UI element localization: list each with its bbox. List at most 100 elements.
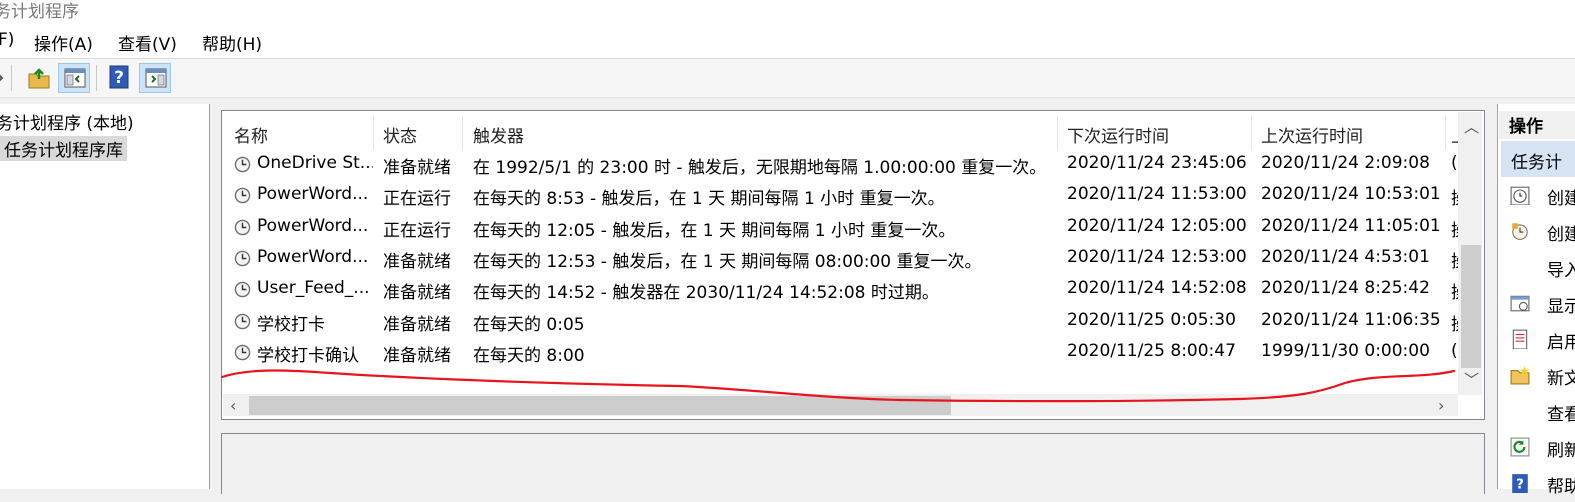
task-next-run: 2020/11/24 14:52:08 bbox=[1067, 278, 1247, 298]
task-trigger: 在每天的 8:53 - 触发后，在 1 天 期间每隔 1 小时 重复一次。 bbox=[473, 189, 945, 209]
action-pane-icon bbox=[145, 68, 167, 88]
refresh-icon bbox=[1510, 437, 1530, 457]
scroll-down-icon[interactable]: ﹀ bbox=[1464, 369, 1479, 390]
table-row[interactable]: 学校打卡确认 准备就绪 在每天的 8:00 2020/11/25 8:00:47… bbox=[226, 338, 1458, 369]
action-item-label: 导入 bbox=[1547, 261, 1575, 281]
actions-section-header[interactable]: 任务计 bbox=[1501, 141, 1575, 177]
enable-history-icon bbox=[1512, 329, 1528, 349]
table-row[interactable]: 学校打卡 准备就绪 在每天的 0:05 2020/11/25 0:05:30 2… bbox=[226, 307, 1458, 338]
column-header-last-run[interactable]: 上次运行时间 bbox=[1261, 122, 1363, 147]
forward-button[interactable] bbox=[0, 63, 8, 93]
action-item[interactable]: 显示 bbox=[1501, 292, 1575, 322]
action-item[interactable]: 导入 bbox=[1501, 256, 1575, 286]
help-question-icon: ? bbox=[109, 65, 129, 89]
action-item[interactable]: 刷新 bbox=[1501, 436, 1575, 466]
help-button[interactable]: ? bbox=[103, 63, 135, 93]
window-title: 务计划程序 bbox=[0, 2, 79, 22]
task-status: 准备就绪 bbox=[383, 158, 451, 178]
horizontal-scroll-thumb[interactable] bbox=[249, 396, 951, 415]
toolbar: ? bbox=[0, 59, 1575, 98]
column-divider[interactable] bbox=[1251, 116, 1252, 150]
table-row[interactable]: PowerWord... 准备就绪 在每天的 12:53 - 触发后，在 1 天… bbox=[226, 244, 1458, 275]
task-trigger: 在每天的 12:05 - 触发后，在 1 天 期间每隔 1 小时 重复一次。 bbox=[473, 221, 956, 241]
console-tree-icon bbox=[64, 68, 86, 88]
scroll-right-icon[interactable]: › bbox=[1438, 396, 1444, 415]
tree-item-task-library[interactable]: 任务计划程序库 bbox=[0, 136, 127, 161]
folder-up-icon bbox=[28, 68, 50, 89]
console-tree-pane: 务计划程序 (本地) 任务计划程序库 bbox=[0, 104, 210, 489]
actions-header: 操作 bbox=[1499, 111, 1575, 139]
task-clock-icon bbox=[234, 281, 251, 298]
scroll-left-icon[interactable]: ‹ bbox=[230, 396, 236, 415]
action-item-label: 新文 bbox=[1547, 369, 1575, 389]
task-clock-icon bbox=[234, 344, 251, 361]
menu-view[interactable]: 查看(V) bbox=[118, 30, 177, 55]
menu-help[interactable]: 帮助(H) bbox=[202, 30, 262, 55]
tree-item-label: 任务计划程序库 bbox=[4, 141, 123, 161]
action-item[interactable]: 创建 bbox=[1501, 220, 1575, 250]
create-task-icon bbox=[1512, 223, 1528, 240]
task-name: User_Feed_... bbox=[257, 278, 370, 298]
title-bar: 务计划程序 bbox=[0, 0, 1575, 26]
action-item-label: 创建 bbox=[1547, 225, 1575, 245]
action-item[interactable]: 新文 bbox=[1501, 364, 1575, 394]
task-last-run: 2020/11/24 4:53:01 bbox=[1261, 247, 1430, 267]
svg-text:?: ? bbox=[114, 68, 124, 88]
task-last-run: 2020/11/24 11:05:01 bbox=[1261, 216, 1441, 236]
column-divider[interactable] bbox=[1445, 116, 1446, 150]
column-divider[interactable] bbox=[462, 116, 463, 150]
column-header-more[interactable]: 上 bbox=[1451, 122, 1458, 147]
column-header-trigger[interactable]: 触发器 bbox=[473, 122, 524, 147]
menu-file[interactable]: F) bbox=[0, 30, 14, 50]
column-header-next-run[interactable]: 下次运行时间 bbox=[1067, 122, 1169, 147]
show-running-icon bbox=[1510, 295, 1530, 312]
column-divider[interactable] bbox=[373, 116, 374, 150]
task-last-run: 2020/11/24 2:09:08 bbox=[1261, 153, 1430, 173]
action-item-label: 创建 bbox=[1547, 189, 1575, 209]
action-item-label: 启用 bbox=[1547, 333, 1575, 353]
show-hide-console-tree-button[interactable] bbox=[58, 63, 90, 93]
action-item[interactable]: ? 帮助 bbox=[1501, 472, 1575, 502]
task-trigger: 在 1992/5/1 的 23:00 时 - 触发后，无限期地每隔 1.00:0… bbox=[473, 158, 1047, 178]
task-clock-icon bbox=[234, 187, 251, 204]
action-item-label: 显示 bbox=[1547, 297, 1575, 317]
column-divider[interactable] bbox=[1057, 116, 1058, 150]
scroll-up-icon[interactable]: ︿ bbox=[1464, 116, 1479, 137]
task-clock-icon bbox=[234, 156, 251, 173]
task-name: PowerWord... bbox=[257, 184, 369, 204]
task-name: PowerWord... bbox=[257, 247, 369, 267]
tree-root-task-scheduler[interactable]: 务计划程序 (本地) bbox=[0, 109, 134, 134]
help-icon: ? bbox=[1512, 474, 1528, 493]
task-status: 准备就绪 bbox=[383, 252, 451, 272]
vertical-scroll-thumb[interactable] bbox=[1461, 245, 1481, 368]
action-item[interactable]: 创建 bbox=[1501, 184, 1575, 214]
task-trigger: 在每天的 0:05 bbox=[473, 315, 585, 335]
task-status: 正在运行 bbox=[383, 221, 451, 241]
task-trigger: 在每天的 14:52 - 触发器在 2030/11/24 14:52:08 时过… bbox=[473, 283, 939, 303]
table-row[interactable]: OneDrive St... 准备就绪 在 1992/5/1 的 23:00 时… bbox=[226, 150, 1458, 181]
toolbar-separator bbox=[11, 65, 12, 91]
task-last-run: 2020/11/24 11:06:35 bbox=[1261, 310, 1441, 330]
forward-arrow-icon bbox=[0, 74, 4, 82]
table-row[interactable]: PowerWord... 正在运行 在每天的 12:05 - 触发后，在 1 天… bbox=[226, 213, 1458, 244]
menu-action[interactable]: 操作(A) bbox=[34, 30, 93, 55]
task-extra: ( bbox=[1451, 153, 1458, 173]
show-hide-action-pane-button[interactable] bbox=[139, 63, 171, 93]
action-item[interactable]: 查看 bbox=[1501, 400, 1575, 430]
up-folder-button[interactable] bbox=[23, 63, 55, 93]
task-clock-icon bbox=[234, 250, 251, 267]
column-header-name[interactable]: 名称 bbox=[234, 122, 268, 147]
task-name: 学校打卡 bbox=[257, 315, 325, 335]
action-item[interactable]: 启用 bbox=[1501, 328, 1575, 358]
task-next-run: 2020/11/24 23:45:06 bbox=[1067, 153, 1247, 173]
action-item-label: 刷新 bbox=[1547, 441, 1575, 461]
task-clock-icon bbox=[234, 219, 251, 236]
task-extra: 操 bbox=[1451, 247, 1458, 272]
table-row[interactable]: User_Feed_... 准备就绪 在每天的 14:52 - 触发器在 203… bbox=[226, 275, 1458, 306]
task-trigger: 在每天的 12:53 - 触发后，在 1 天 期间每隔 08:00:00 重复一… bbox=[473, 252, 982, 272]
task-next-run: 2020/11/25 0:05:30 bbox=[1067, 310, 1236, 330]
table-row[interactable]: PowerWord... 正在运行 在每天的 8:53 - 触发后，在 1 天 … bbox=[226, 181, 1458, 212]
actions-header-label: 操作 bbox=[1509, 117, 1543, 137]
task-trigger: 在每天的 8:00 bbox=[473, 346, 585, 366]
column-header-status[interactable]: 状态 bbox=[383, 122, 417, 147]
